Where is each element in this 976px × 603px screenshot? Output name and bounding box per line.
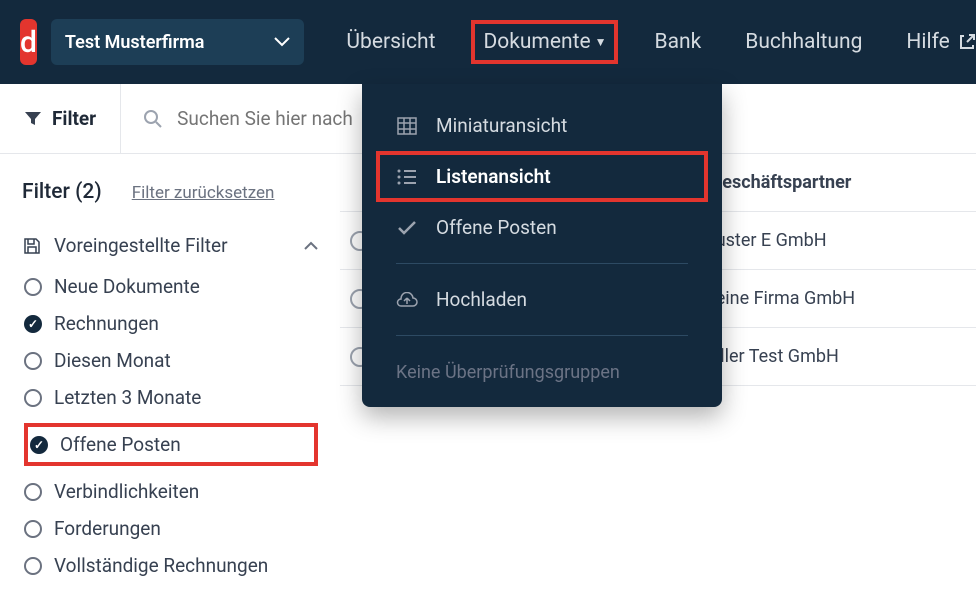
dropdown-open-items[interactable]: Offene Posten xyxy=(362,202,722,253)
dropdown-no-groups: Keine Überprüfungsgruppen xyxy=(362,346,722,389)
top-bar: d Test Musterfirma Übersicht Dokumente ▼… xyxy=(0,0,976,84)
caret-down-icon: ▼ xyxy=(595,35,607,49)
column-header-partner[interactable]: Geschäftspartner xyxy=(710,172,851,193)
filter-button[interactable]: Filter xyxy=(0,84,121,153)
preset-filters-toggle[interactable]: Voreingestellte Filter xyxy=(22,234,318,257)
filter-item-label: Forderungen xyxy=(54,517,161,540)
main-nav: Übersicht Dokumente ▼ Bank Buchhaltung H… xyxy=(338,20,976,64)
nav-help[interactable]: Hilfe xyxy=(898,24,976,60)
check-icon xyxy=(396,220,418,236)
radio-empty-icon xyxy=(24,557,42,575)
filter-item-open-items[interactable]: Offene Posten xyxy=(24,423,318,466)
nav-help-label: Hilfe xyxy=(906,30,949,54)
dropdown-upload[interactable]: Hochladen xyxy=(362,274,722,325)
filter-item-receivables[interactable]: Forderungen xyxy=(24,517,318,540)
radio-empty-icon xyxy=(24,389,42,407)
filter-item-label: Rechnungen xyxy=(54,312,159,335)
filter-count: Filter (2) xyxy=(22,180,102,204)
filter-list: Neue Dokumente Rechnungen Diesen Monat L… xyxy=(22,275,318,577)
radio-empty-icon xyxy=(24,483,42,501)
partner-cell: Meine Firma GmbH xyxy=(700,288,855,309)
filter-item-this-month[interactable]: Diesen Monat xyxy=(24,349,318,372)
radio-empty-icon xyxy=(24,520,42,538)
chevron-up-icon xyxy=(304,241,318,250)
filter-sidebar: Filter (2) Filter zurücksetzen Voreinges… xyxy=(0,154,340,603)
filter-item-label: Offene Posten xyxy=(60,433,181,456)
nav-bank[interactable]: Bank xyxy=(646,24,709,60)
preset-filters-title: Voreingestellte Filter xyxy=(54,234,292,257)
filter-item-label: Letzten 3 Monate xyxy=(54,386,201,409)
radio-empty-icon xyxy=(24,352,42,370)
filter-icon xyxy=(24,110,42,128)
filter-item-label: Diesen Monat xyxy=(54,349,171,372)
dropdown-divider xyxy=(396,335,688,336)
dropdown-item-label: Listenansicht xyxy=(436,165,551,188)
save-icon xyxy=(22,236,42,256)
nav-documents[interactable]: Dokumente ▼ xyxy=(471,20,618,64)
filter-item-last-3-months[interactable]: Letzten 3 Monate xyxy=(24,386,318,409)
dropdown-list-view[interactable]: Listenansicht xyxy=(376,151,708,202)
nav-documents-label: Dokumente xyxy=(483,30,590,54)
filter-item-complete-invoices[interactable]: Vollständige Rechnungen xyxy=(24,554,318,577)
nav-accounting[interactable]: Buchhaltung xyxy=(737,24,870,60)
app-logo: d xyxy=(20,19,37,65)
dropdown-thumbnail-view[interactable]: Miniaturansicht xyxy=(362,100,722,151)
filter-item-label: Neue Dokumente xyxy=(54,275,200,298)
nav-overview[interactable]: Übersicht xyxy=(338,24,443,60)
reset-filters-link[interactable]: Filter zurücksetzen xyxy=(132,183,275,203)
org-name: Test Musterfirma xyxy=(65,32,205,53)
dropdown-item-label: Miniaturansicht xyxy=(436,114,567,137)
radio-checked-icon xyxy=(24,315,42,333)
cloud-upload-icon xyxy=(396,292,418,308)
radio-empty-icon xyxy=(24,278,42,296)
search-icon xyxy=(143,109,163,129)
dropdown-divider xyxy=(396,263,688,264)
grid-icon xyxy=(396,117,418,135)
filter-item-label: Verbindlichkeiten xyxy=(54,480,199,503)
dropdown-item-label: Hochladen xyxy=(436,288,527,311)
filter-item-invoices[interactable]: Rechnungen xyxy=(24,312,318,335)
documents-dropdown: Miniaturansicht Listenansicht Offene Pos… xyxy=(362,84,722,407)
list-icon xyxy=(396,169,418,185)
filter-item-new-documents[interactable]: Neue Dokumente xyxy=(24,275,318,298)
org-selector[interactable]: Test Musterfirma xyxy=(51,19,305,65)
filter-item-label: Vollständige Rechnungen xyxy=(54,554,268,577)
filter-item-liabilities[interactable]: Verbindlichkeiten xyxy=(24,480,318,503)
filter-button-label: Filter xyxy=(52,107,96,130)
external-link-icon xyxy=(958,33,976,51)
chevron-down-icon xyxy=(274,37,290,47)
dropdown-item-label: Offene Posten xyxy=(436,216,557,239)
radio-checked-icon xyxy=(30,436,48,454)
